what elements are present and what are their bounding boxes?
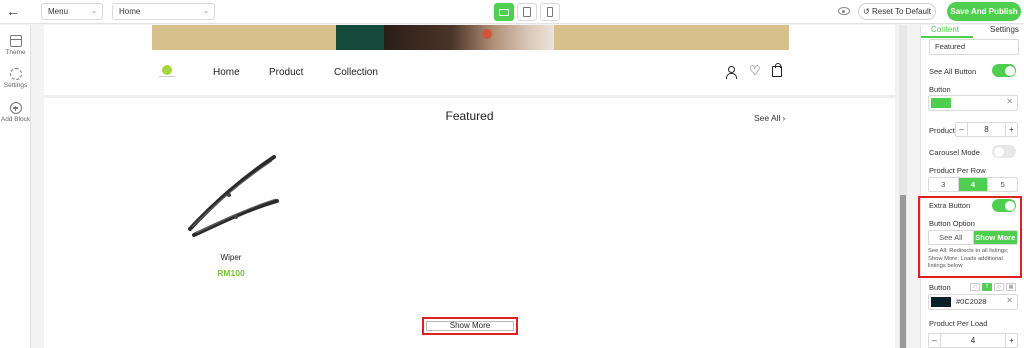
store-preview-canvas: Home Product Collection ♡ Featured See A…	[44, 25, 895, 348]
product-per-load-stepper[interactable]: – 4 +	[928, 333, 1018, 348]
style-option-icon[interactable]: □	[970, 283, 980, 291]
product-name[interactable]: Wiper	[201, 253, 261, 262]
store-navbar: Home Product Collection ♡	[152, 55, 789, 93]
button-color-picker-2[interactable]: #0C2028 ✕	[928, 294, 1018, 310]
save-and-publish-button[interactable]: Save And Publish	[947, 2, 1021, 21]
product-count-value: 8	[984, 125, 989, 134]
product-count-stepper[interactable]: – 8 +	[955, 122, 1018, 137]
product-per-row-selector: 3 4 5	[928, 177, 1018, 192]
extra-button-highlight	[918, 196, 1022, 278]
button-style-label: Button	[929, 283, 951, 292]
reset-icon: ↺	[863, 7, 872, 16]
product-price: RM100	[217, 268, 245, 278]
active-tab-indicator	[921, 36, 973, 38]
carousel-mode-toggle[interactable]	[992, 145, 1016, 158]
mobile-icon	[547, 7, 553, 17]
reset-to-default-button[interactable]: ↺ Reset To Default	[858, 3, 936, 20]
reset-label: Reset To Default	[871, 7, 931, 16]
menu-select[interactable]: Menu ⌄	[41, 3, 103, 20]
theme-icon	[9, 35, 22, 47]
mobile-view-button[interactable]	[540, 3, 560, 21]
section-title-input[interactable]: Featured	[929, 39, 1019, 55]
tab-content[interactable]: Content	[931, 25, 959, 34]
nav-link-home[interactable]: Home	[213, 67, 240, 78]
per-row-option[interactable]: 4	[957, 178, 988, 191]
button-color-picker[interactable]: ✕	[928, 95, 1018, 111]
style-option-icon[interactable]: T	[982, 283, 992, 291]
editor-topbar: ← Menu ⌄ Home ⌄ ↺ Reset To Default Save …	[0, 0, 1024, 24]
per-row-option[interactable]: 5	[987, 178, 1017, 191]
product-count-label: Product	[929, 126, 955, 135]
desktop-view-button[interactable]	[494, 3, 514, 21]
product-image-wiper[interactable]	[184, 155, 279, 241]
color-swatch	[931, 297, 951, 307]
device-switcher	[494, 3, 560, 21]
see-all-button-toggle[interactable]	[992, 64, 1016, 77]
hero-banner-image	[152, 25, 789, 50]
desktop-icon	[499, 8, 509, 16]
show-more-button[interactable]: Show More	[422, 317, 518, 335]
sidebar-item-label: Settings	[3, 82, 28, 89]
back-arrow-icon[interactable]: ←	[6, 3, 20, 19]
tablet-view-button[interactable]	[517, 3, 537, 21]
nav-link-product[interactable]: Product	[269, 67, 303, 78]
button-style-options: □ T ◇ ▦	[970, 283, 1016, 291]
editor-sidebar: Theme Settings Add Block	[0, 25, 31, 348]
button-color-label: Button	[929, 85, 951, 94]
chevron-down-icon: ⌄	[203, 8, 209, 15]
plus-circle-icon	[9, 102, 22, 114]
increment-button[interactable]: +	[1005, 334, 1017, 347]
decrement-button[interactable]: –	[956, 123, 968, 136]
shopping-bag-icon[interactable]	[772, 63, 782, 77]
sidebar-item-add-block[interactable]: Add Block	[0, 102, 31, 123]
tab-settings[interactable]: Settings	[990, 25, 1019, 34]
divider	[44, 95, 895, 98]
chevron-right-icon: ›	[782, 114, 786, 123]
sidebar-item-label: Theme	[5, 49, 26, 56]
style-option-icon[interactable]: ▦	[1006, 283, 1016, 291]
preview-eye-icon[interactable]	[838, 7, 850, 15]
sidebar-item-theme[interactable]: Theme	[0, 35, 31, 56]
product-per-row-label: Product Per Row	[929, 166, 986, 175]
tablet-icon	[523, 7, 531, 17]
see-all-label: See All	[754, 113, 781, 123]
sidebar-item-settings[interactable]: Settings	[0, 68, 31, 89]
increment-button[interactable]: +	[1005, 123, 1017, 136]
per-row-option[interactable]: 3	[929, 178, 958, 191]
heart-icon[interactable]: ♡	[749, 64, 761, 77]
color-hex-value: #0C2028	[956, 297, 987, 306]
page-select-value: Home	[119, 7, 141, 16]
carousel-mode-label: Carousel Mode	[929, 148, 980, 157]
clear-icon[interactable]: ✕	[1006, 296, 1013, 305]
clear-icon[interactable]: ✕	[1006, 97, 1013, 106]
sidebar-item-label: Add Block	[0, 116, 31, 123]
decrement-button[interactable]: –	[929, 334, 941, 347]
style-option-icon[interactable]: ◇	[994, 283, 1004, 291]
color-swatch	[931, 98, 951, 108]
page-select[interactable]: Home ⌄	[112, 3, 215, 20]
user-icon[interactable]	[725, 66, 737, 79]
gear-icon	[9, 68, 22, 80]
see-all-button-label: See All Button	[929, 67, 977, 76]
product-per-load-value: 4	[970, 336, 976, 345]
product-per-load-label: Product Per Load	[929, 319, 988, 328]
canvas-scrollbar-thumb[interactable]	[900, 195, 906, 348]
nav-link-collection[interactable]: Collection	[334, 67, 378, 78]
chevron-down-icon: ⌄	[91, 8, 97, 15]
see-all-link[interactable]: See All ›	[754, 113, 785, 123]
menu-select-value: Menu	[48, 7, 69, 16]
store-logo-icon[interactable]	[159, 65, 175, 77]
